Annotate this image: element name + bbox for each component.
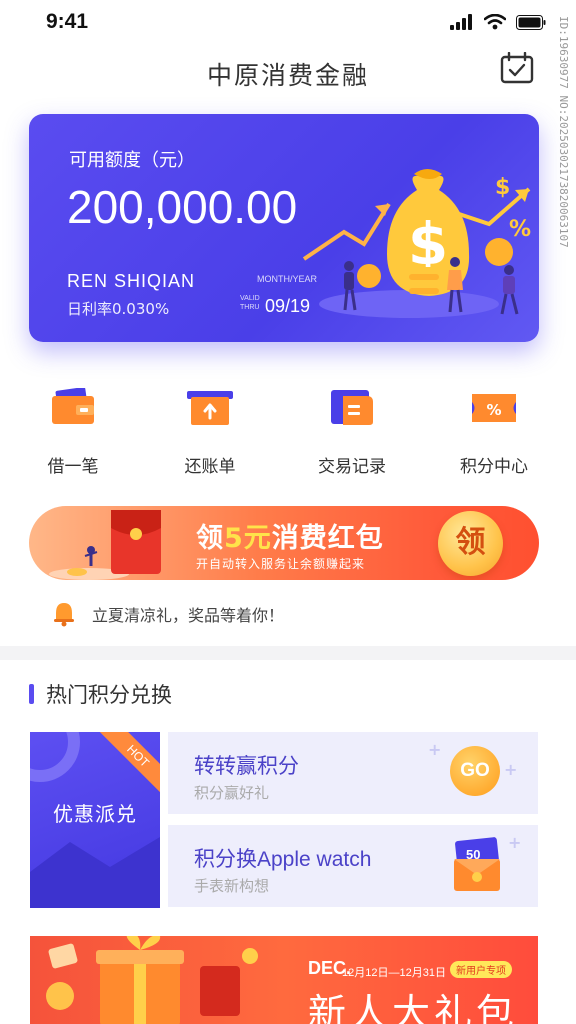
money-bag-illustration: $ $ % xyxy=(302,169,531,318)
banner-title-highlight: 5元 xyxy=(224,523,272,554)
wifi-icon xyxy=(484,14,506,30)
section-divider xyxy=(0,646,576,660)
exchange-item[interactable]: 转转赢积分 积分赢好礼 + + GO xyxy=(168,732,538,814)
menu-label: 交易记录 xyxy=(318,457,386,477)
red-packet-banner[interactable]: 领5元消费红包 开自动转入服务让余额赚起来 领 xyxy=(29,506,539,580)
section-header: 热门积分兑换 xyxy=(29,680,172,708)
item-title: 积分换Apple watch xyxy=(194,848,372,871)
item-subtitle: 积分赢好礼 xyxy=(194,784,270,802)
quick-menu: 借一笔 还账单 交易记录 % 积分中心 xyxy=(0,387,576,478)
status-bar: 9:41 xyxy=(0,0,576,44)
bell-icon xyxy=(54,603,74,627)
repay-box-icon xyxy=(187,391,233,425)
credit-card[interactable]: 可用额度（元） 200,000.00 REN SHIQIAN 日利率0.030%… xyxy=(29,114,539,342)
signal-icon xyxy=(450,14,472,30)
voucher-icon xyxy=(454,837,500,891)
new-user-gift-banner[interactable]: DEC. 12月12日—12月31日 新用户专项 新人大礼包 xyxy=(30,936,538,1024)
record-icon xyxy=(331,390,373,425)
item-title: 转转赢积分 xyxy=(194,755,299,778)
card-holder-name: REN SHIQIAN xyxy=(67,271,196,291)
daily-rate: 日利率0.030% xyxy=(67,300,170,318)
valid-thru-label: VALID THRU xyxy=(240,295,260,311)
credit-amount: 200,000.00 xyxy=(67,181,298,233)
red-envelope-illustration xyxy=(49,510,161,580)
claim-button[interactable]: 领 xyxy=(438,511,503,576)
banner-date-range: 12月12日—12月31日 xyxy=(342,967,446,979)
page-title: 中原消费金融 xyxy=(206,61,369,90)
credit-label: 可用额度（元） xyxy=(69,150,195,171)
watermark-id: ID:19630977 NO:20250302173820063107 xyxy=(554,16,570,266)
plus-decoration: + xyxy=(504,760,518,779)
banner-subtitle: 开自动转入服务让余额赚起来 xyxy=(196,557,366,571)
promo-tile[interactable]: HOT 优惠派兑 xyxy=(30,732,160,908)
menu-transactions[interactable]: 交易记录 xyxy=(297,388,407,477)
plus-decoration: + xyxy=(428,740,442,759)
banner-title-pre: 领 xyxy=(196,523,224,554)
wallet-icon xyxy=(52,387,94,424)
battery-icon xyxy=(516,14,546,30)
gift-box-illustration xyxy=(46,936,258,1024)
menu-borrow[interactable]: 借一笔 xyxy=(18,387,128,477)
notice-bar[interactable]: 立夏清凉礼，奖品等着你！ xyxy=(52,600,284,628)
menu-label: 积分中心 xyxy=(460,457,528,477)
menu-points[interactable]: % 积分中心 xyxy=(439,388,549,477)
section-accent-bar xyxy=(29,684,34,704)
notice-text: 立夏清凉礼，奖品等着你！ xyxy=(92,606,285,625)
points-badge: 50 xyxy=(466,847,481,862)
section-title: 热门积分兑换 xyxy=(46,683,172,707)
menu-label: 借一笔 xyxy=(47,457,99,477)
status-time: 9:41 xyxy=(46,10,89,33)
points-ticket-icon: % xyxy=(472,394,516,422)
plus-decoration: + xyxy=(508,833,522,852)
new-user-badge: 新用户专项 xyxy=(450,961,512,978)
menu-label: 还账单 xyxy=(184,457,236,477)
banner-title: 领5元消费红包 xyxy=(196,516,384,555)
banner-title-post: 消费红包 xyxy=(271,523,384,554)
item-subtitle: 手表新构想 xyxy=(194,877,270,895)
promo-label: 优惠派兑 xyxy=(53,802,137,826)
nav-bar: 中原消费金融 xyxy=(0,48,576,94)
svg-text:%: % xyxy=(509,217,531,242)
svg-text:$: $ xyxy=(495,175,510,200)
svg-text:%: % xyxy=(486,401,501,419)
calendar-check-icon[interactable] xyxy=(500,52,534,84)
exchange-item[interactable]: 积分换Apple watch 手表新构想 + 50 xyxy=(168,825,538,907)
menu-repay[interactable]: 还账单 xyxy=(155,388,265,477)
banner-gift-title: 新人大礼包 xyxy=(308,991,519,1024)
go-badge[interactable]: GO xyxy=(450,746,500,796)
